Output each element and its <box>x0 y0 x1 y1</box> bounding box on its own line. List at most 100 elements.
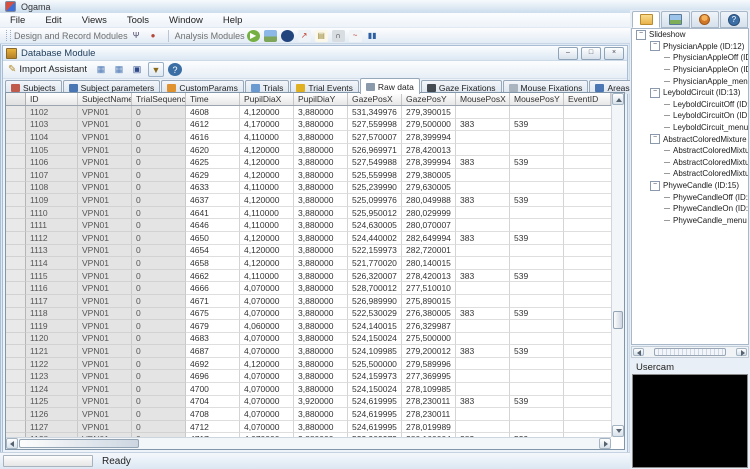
cell-pupildiay[interactable]: 3,920000 <box>294 396 348 409</box>
cell-pupildiay[interactable]: 3,880000 <box>294 106 348 119</box>
tree-item[interactable]: AbstractColoredMixture_me <box>632 168 748 180</box>
cell-mouseposy[interactable]: 539 <box>510 396 564 409</box>
cell-gazeposy[interactable]: 279,589996 <box>402 358 456 371</box>
cell-mouseposy[interactable] <box>510 257 564 270</box>
cell-mouseposx[interactable] <box>456 207 510 220</box>
cell-time[interactable]: 4641 <box>186 207 240 220</box>
cell-time[interactable]: 4662 <box>186 270 240 283</box>
cell-id[interactable]: 1119 <box>26 320 78 333</box>
cell-eventid[interactable] <box>564 270 611 283</box>
cell-subjectname[interactable]: VPN01 <box>78 370 132 383</box>
cell-gazeposx[interactable]: 524,159973 <box>348 370 402 383</box>
collapse-expander-icon[interactable]: − <box>636 30 646 40</box>
row-header-cell[interactable] <box>6 358 26 371</box>
cell-eventid[interactable] <box>564 370 611 383</box>
toolbar-grip[interactable] <box>6 30 11 41</box>
scroll-up-button[interactable] <box>612 93 624 105</box>
cell-mouseposx[interactable]: 383 <box>456 156 510 169</box>
cell-subjectname[interactable]: VPN01 <box>78 358 132 371</box>
cell-subjectname[interactable]: VPN01 <box>78 219 132 232</box>
cell-eventid[interactable] <box>564 257 611 270</box>
cell-pupildiay[interactable]: 3,880000 <box>294 182 348 195</box>
cell-mouseposy[interactable] <box>510 320 564 333</box>
cell-gazeposy[interactable]: 278,109985 <box>402 383 456 396</box>
minimize-button[interactable]: – <box>558 47 578 60</box>
cell-pupildiay[interactable]: 3,880000 <box>294 408 348 421</box>
cell-gazeposx[interactable]: 524,619995 <box>348 408 402 421</box>
cell-eventid[interactable] <box>564 333 611 346</box>
cell-trialsequence[interactable]: 0 <box>132 156 186 169</box>
cell-time[interactable]: 4696 <box>186 370 240 383</box>
cell-pupildiax[interactable]: 4,120000 <box>240 257 294 270</box>
cell-gazeposy[interactable]: 280,029999 <box>402 207 456 220</box>
menu-edit[interactable]: Edit <box>35 15 71 26</box>
tree-scroll-left-button[interactable] <box>633 348 644 356</box>
cell-eventid[interactable] <box>564 119 611 132</box>
cell-pupildiax[interactable]: 4,120000 <box>240 358 294 371</box>
cell-pupildiay[interactable]: 3,880000 <box>294 320 348 333</box>
cell-pupildiay[interactable]: 3,880000 <box>294 169 348 182</box>
cell-pupildiay[interactable]: 3,880000 <box>294 119 348 132</box>
tree-item[interactable]: PhysicianAppleOn (ID:1) <box>632 64 748 76</box>
cell-gazeposy[interactable]: 277,369995 <box>402 370 456 383</box>
cell-eventid[interactable] <box>564 358 611 371</box>
cell-gazeposx[interactable]: 525,950012 <box>348 207 402 220</box>
grid-horizontal-scrollbar[interactable] <box>6 437 611 449</box>
menu-help[interactable]: Help <box>213 15 253 26</box>
cell-eventid[interactable] <box>564 194 611 207</box>
cell-subjectname[interactable]: VPN01 <box>78 106 132 119</box>
cell-pupildiax[interactable]: 4,120000 <box>240 194 294 207</box>
cell-eventid[interactable] <box>564 295 611 308</box>
tree-scroll-thumb[interactable] <box>654 348 726 356</box>
row-header-cell[interactable] <box>6 396 26 409</box>
cell-mouseposx[interactable] <box>456 383 510 396</box>
collapse-expander-icon[interactable]: − <box>650 181 660 191</box>
cell-subjectname[interactable]: VPN01 <box>78 270 132 283</box>
cell-trialsequence[interactable]: 0 <box>132 194 186 207</box>
cell-trialsequence[interactable]: 0 <box>132 119 186 132</box>
row-header-cell[interactable] <box>6 345 26 358</box>
cell-time[interactable]: 4704 <box>186 396 240 409</box>
tree-item[interactable]: PhysicianAppleOff (ID:0) <box>632 52 748 64</box>
cell-gazeposx[interactable]: 527,549988 <box>348 156 402 169</box>
cell-gazeposy[interactable]: 280,070007 <box>402 219 456 232</box>
row-header-cell[interactable] <box>6 219 26 232</box>
cell-mouseposy[interactable] <box>510 358 564 371</box>
tree-scroll-right-button[interactable] <box>736 348 747 356</box>
cell-gazeposy[interactable]: 282,720001 <box>402 245 456 258</box>
slideshow-design-icon[interactable]: Ψ <box>130 30 143 42</box>
cell-trialsequence[interactable]: 0 <box>132 396 186 409</box>
cell-subjectname[interactable]: VPN01 <box>78 396 132 409</box>
cell-mouseposy[interactable]: 539 <box>510 270 564 283</box>
cell-pupildiay[interactable]: 3,880000 <box>294 219 348 232</box>
cell-mouseposx[interactable] <box>456 219 510 232</box>
cell-pupildiax[interactable]: 4,070000 <box>240 408 294 421</box>
cell-eventid[interactable] <box>564 345 611 358</box>
cell-time[interactable]: 4671 <box>186 295 240 308</box>
cell-pupildiax[interactable]: 4,110000 <box>240 182 294 195</box>
cell-trialsequence[interactable]: 0 <box>132 207 186 220</box>
cell-time[interactable]: 4712 <box>186 421 240 434</box>
cell-subjectname[interactable]: VPN01 <box>78 156 132 169</box>
cell-gazeposy[interactable]: 282,649994 <box>402 232 456 245</box>
cell-pupildiax[interactable]: 4,070000 <box>240 333 294 346</box>
subjects-tab[interactable] <box>691 11 719 28</box>
tree-item[interactable]: PhyweCandleOff (ID:9) <box>632 191 748 203</box>
cell-gazeposy[interactable]: 275,500000 <box>402 333 456 346</box>
fixations-module-icon[interactable] <box>264 30 277 42</box>
help-icon[interactable]: ? <box>168 63 182 76</box>
row-header-cell[interactable] <box>6 308 26 321</box>
cell-mouseposy[interactable] <box>510 295 564 308</box>
cell-gazeposx[interactable]: 525,559998 <box>348 169 402 182</box>
cell-eventid[interactable] <box>564 245 611 258</box>
menu-tools[interactable]: Tools <box>117 15 159 26</box>
cell-pupildiax[interactable]: 4,060000 <box>240 320 294 333</box>
tree-item[interactable]: −LeyboldCircuit (ID:13) <box>632 87 748 99</box>
cell-pupildiax[interactable]: 4,120000 <box>240 232 294 245</box>
column-header-pupildiax[interactable]: PupilDiaX <box>240 93 294 105</box>
cell-mouseposy[interactable]: 539 <box>510 194 564 207</box>
cell-pupildiay[interactable]: 3,880000 <box>294 207 348 220</box>
sound-module-icon[interactable]: ∩ <box>332 30 345 42</box>
cell-id[interactable]: 1123 <box>26 370 78 383</box>
row-header-cell[interactable] <box>6 320 26 333</box>
